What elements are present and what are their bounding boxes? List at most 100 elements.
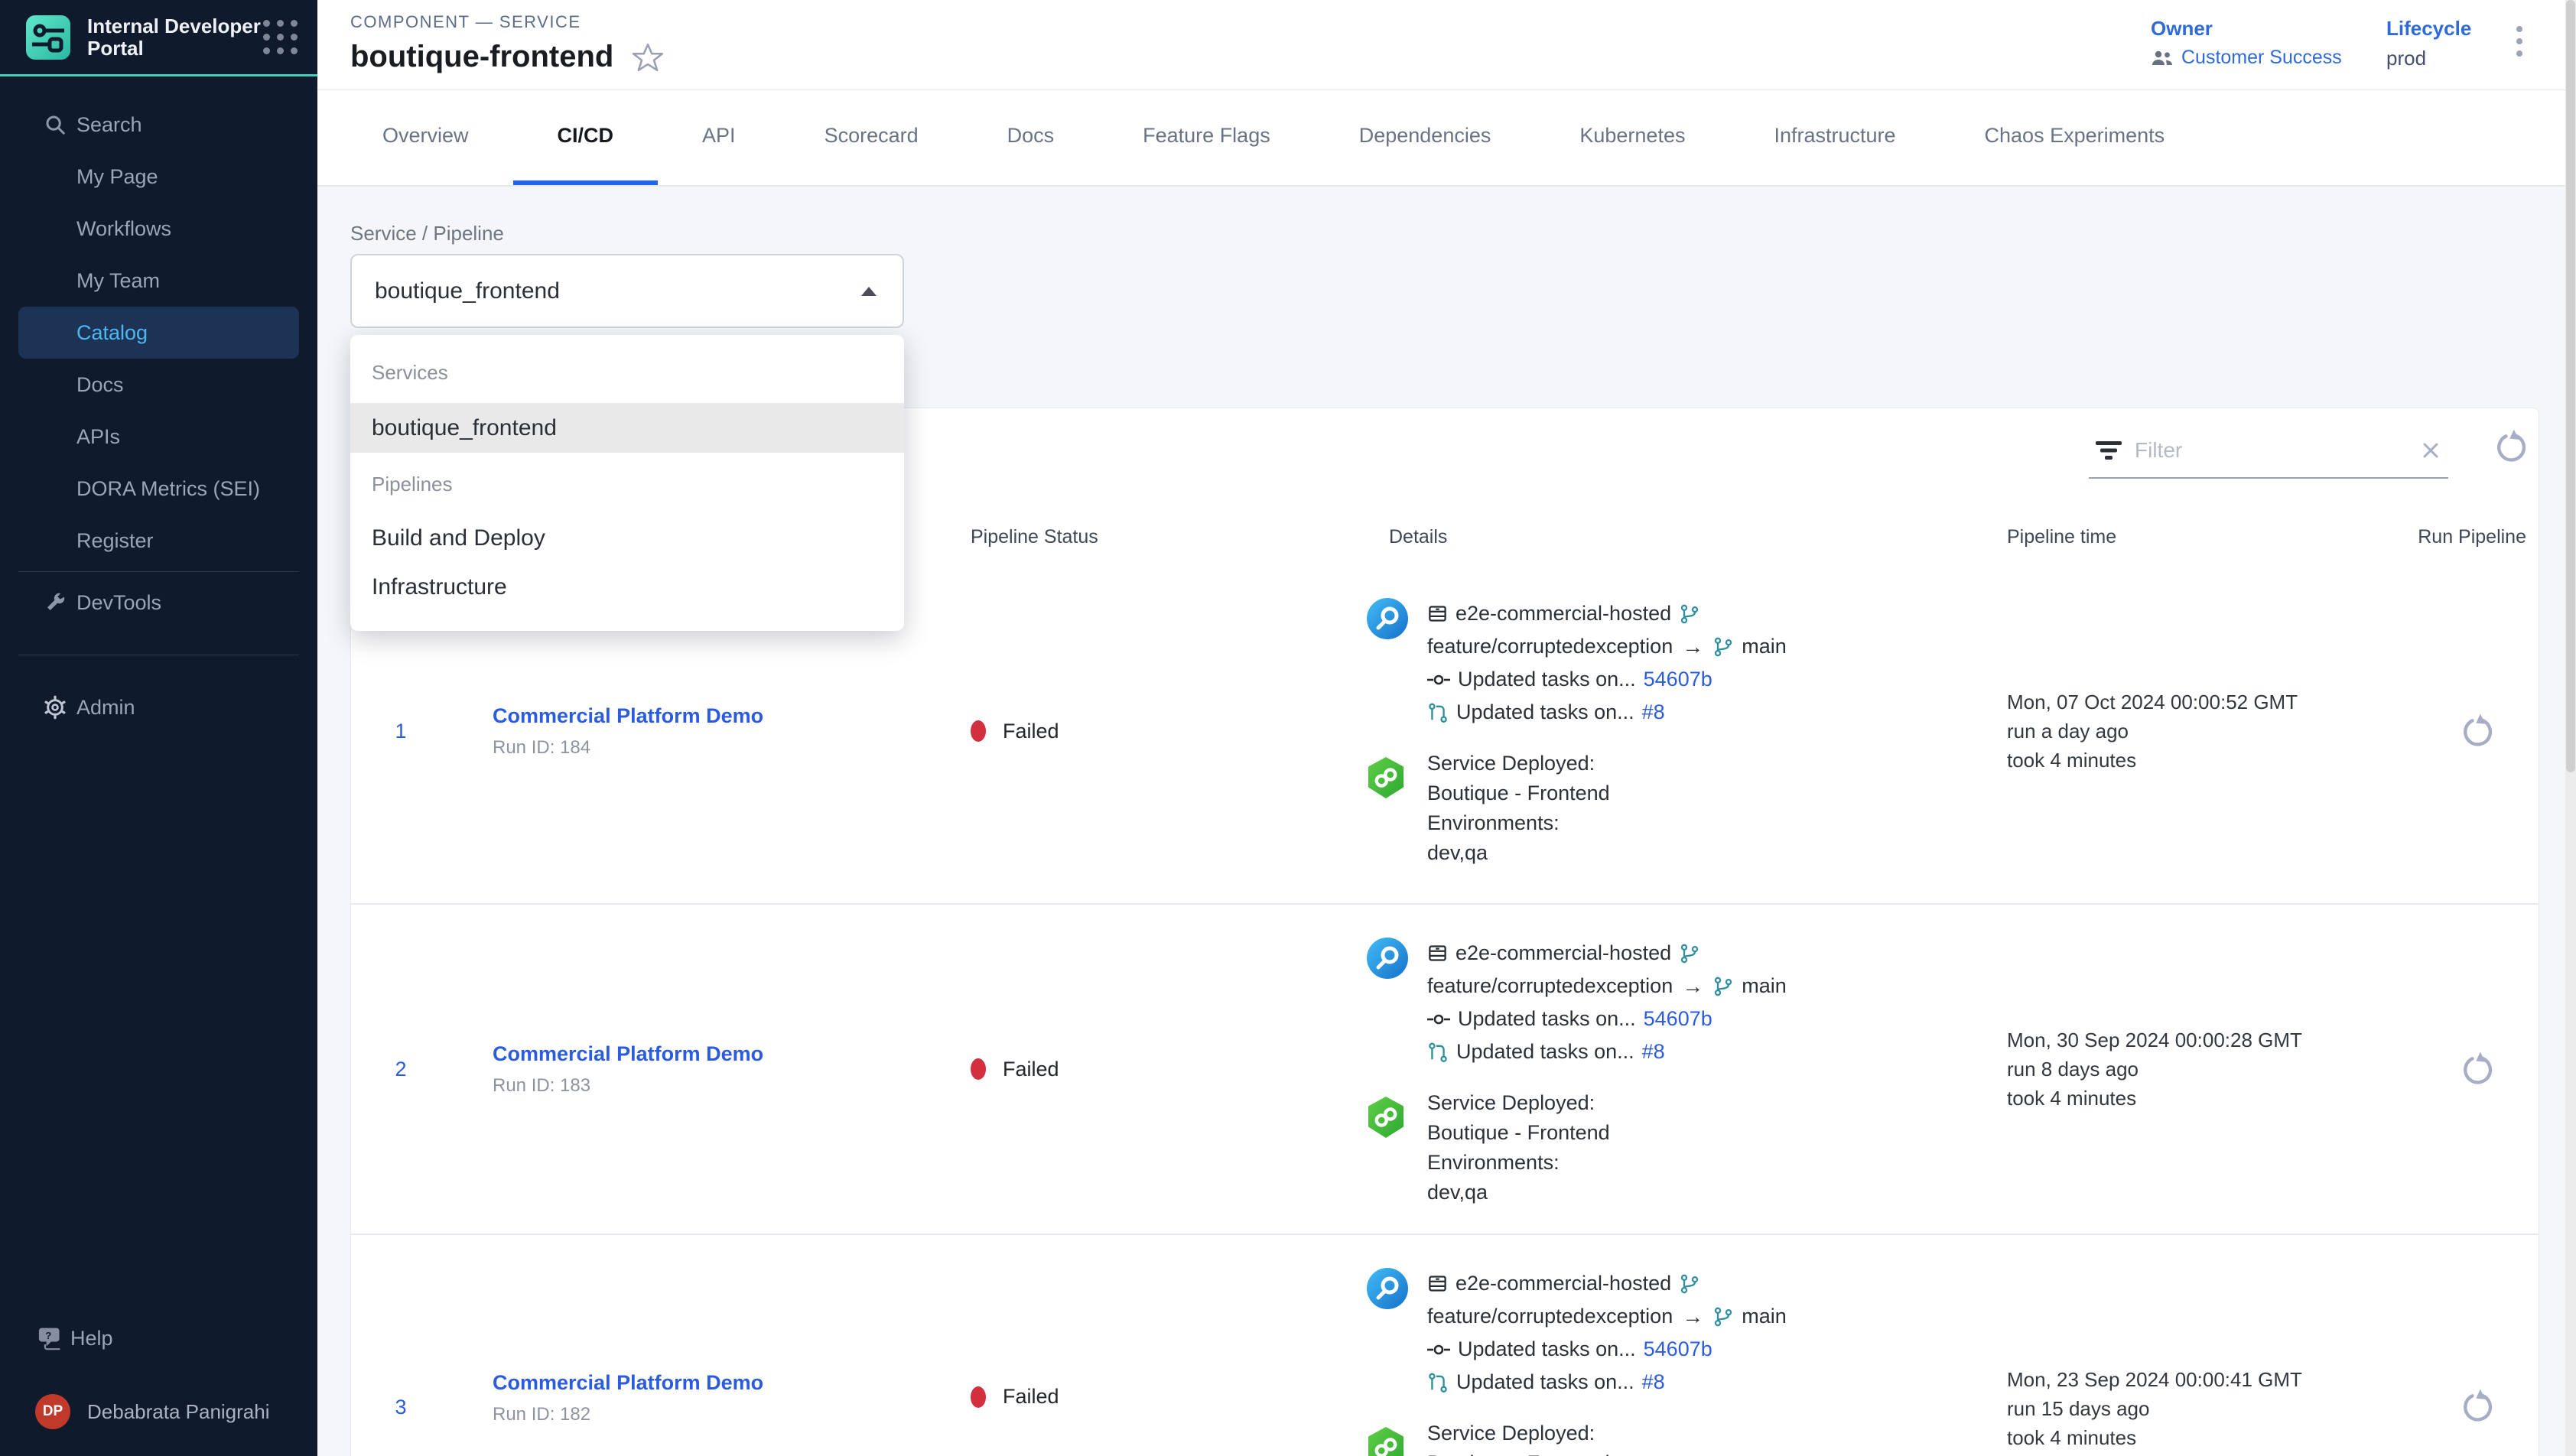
run-id: Run ID: 182 <box>493 1404 963 1425</box>
tab-kubernetes[interactable]: Kubernetes <box>1535 90 1729 185</box>
cd-stage-icon <box>1366 749 1409 868</box>
status-badge: Failed <box>1003 1385 1059 1409</box>
star-icon[interactable] <box>632 41 664 73</box>
details-cell: e2e-commercial-hosted feature/corruptede… <box>1361 905 1995 1207</box>
pull-request-icon <box>1427 1372 1449 1393</box>
sidebar-item-my-team[interactable]: My Team <box>0 255 317 307</box>
sidebar-item-devtools[interactable]: DevTools <box>0 577 317 629</box>
clear-filter-icon[interactable] <box>2419 439 2442 462</box>
sidebar-item-admin[interactable]: Admin <box>0 681 317 733</box>
ci-stage-icon <box>1366 1267 1409 1399</box>
git-branch-icon <box>1679 603 1700 625</box>
source-branch[interactable]: feature/corruptedexception <box>1427 974 1673 998</box>
pr-link[interactable]: #8 <box>1642 1040 1665 1064</box>
repo-name[interactable]: e2e-commercial-hosted <box>1456 941 1671 965</box>
repo-name[interactable]: e2e-commercial-hosted <box>1456 1272 1671 1295</box>
sidebar-item-my-page[interactable]: My Page <box>0 151 317 203</box>
page-scrollbar[interactable] <box>2565 0 2576 1456</box>
rerun-pipeline-icon[interactable] <box>2459 1388 2496 1425</box>
apps-grid-icon[interactable] <box>263 20 298 54</box>
deploy-envs: dev,qa <box>1427 1178 1610 1207</box>
owner-link[interactable]: Customer Success <box>2151 47 2386 69</box>
tab-dependencies[interactable]: Dependencies <box>1315 90 1536 185</box>
sidebar-item-label: Register <box>76 529 154 553</box>
sidebar-item-label: APIs <box>76 425 120 449</box>
menu-item-boutique-frontend[interactable]: boutique_frontend <box>350 404 904 453</box>
commit-link[interactable]: 54607b <box>1644 1007 1712 1031</box>
deploy-line: Service Deployed: <box>1427 1419 1610 1448</box>
time-cell: Mon, 07 Oct 2024 00:00:52 GMT run a day … <box>1995 687 2416 775</box>
row-index: 2 <box>351 1058 450 1081</box>
source-branch[interactable]: feature/corruptedexception <box>1427 1305 1673 1328</box>
tab-scorecard[interactable]: Scorecard <box>780 90 963 185</box>
sidebar-item-label: Workflows <box>76 217 171 241</box>
lifecycle-value: prod <box>2386 47 2509 70</box>
sidebar-divider <box>18 571 299 572</box>
tab-chaos-experiments[interactable]: Chaos Experiments <box>1940 90 2210 185</box>
sidebar-item-register[interactable]: Register <box>0 515 317 567</box>
scrollbar-thumb[interactable] <box>2566 0 2575 772</box>
tab-cicd[interactable]: CI/CD <box>513 90 659 185</box>
sidebar-item-workflows[interactable]: Workflows <box>0 203 317 255</box>
col-pipeline-time: Pipeline time <box>1995 526 2416 548</box>
pipeline-name-link[interactable]: Commercial Platform Demo <box>493 1042 963 1066</box>
details-cell: e2e-commercial-hosted feature/corruptede… <box>1361 559 1995 868</box>
svg-text:?: ? <box>45 1330 51 1341</box>
pr-link[interactable]: #8 <box>1642 700 1665 724</box>
run-ago: run 8 days ago <box>2007 1055 2416 1084</box>
target-branch[interactable]: main <box>1742 974 1787 998</box>
user-menu[interactable]: DP Debabrata Panigrahi <box>0 1386 317 1438</box>
app-root: Internal Developer Portal Search My Page… <box>0 0 2576 1456</box>
filter-field[interactable] <box>2089 424 2448 479</box>
table-row: 2 Commercial Platform Demo Run ID: 183 F… <box>351 903 2539 1233</box>
ci-stage-icon <box>1366 597 1409 729</box>
col-pipeline-status: Pipeline Status <box>963 526 1361 548</box>
deploy-env-label: Environments: <box>1427 808 1610 838</box>
pr-link[interactable]: #8 <box>1642 1370 1665 1394</box>
source-branch[interactable]: feature/corruptedexception <box>1427 635 1673 658</box>
filter-input[interactable] <box>2135 438 2407 463</box>
menu-item-infrastructure[interactable]: Infrastructure <box>350 563 904 612</box>
sidebar-item-dora-metrics[interactable]: DORA Metrics (SEI) <box>0 463 317 515</box>
target-branch[interactable]: main <box>1742 1305 1787 1328</box>
menu-item-build-and-deploy[interactable]: Build and Deploy <box>350 514 904 563</box>
kebab-menu-icon[interactable] <box>2509 20 2530 63</box>
pipeline-name-link[interactable]: Commercial Platform Demo <box>493 704 963 728</box>
entity-tabs: Overview CI/CD API Scorecard Docs Featur… <box>317 90 2565 187</box>
pipeline-select[interactable]: boutique_frontend <box>350 254 904 328</box>
app-logo-icon[interactable] <box>26 15 70 60</box>
tab-feature-flags[interactable]: Feature Flags <box>1098 90 1315 185</box>
refresh-icon[interactable] <box>2493 428 2529 465</box>
help-chat-icon: ? <box>38 1326 63 1350</box>
commit-link[interactable]: 54607b <box>1644 668 1712 691</box>
target-branch[interactable]: main <box>1742 635 1787 658</box>
rerun-pipeline-icon[interactable] <box>2459 713 2496 749</box>
time-cell: Mon, 30 Sep 2024 00:00:28 GMT run 8 days… <box>1995 1025 2416 1113</box>
repo-icon <box>1427 943 1448 964</box>
ci-stage-icon <box>1366 937 1409 1068</box>
sidebar-item-apis[interactable]: APIs <box>0 411 317 463</box>
sidebar-nav: Search My Page Workflows My Team Catalog… <box>0 99 317 733</box>
commit-icon <box>1427 1009 1450 1029</box>
sidebar-item-label: Help <box>70 1327 113 1350</box>
tab-api[interactable]: API <box>658 90 780 185</box>
sidebar-item-label: My Team <box>76 269 160 293</box>
sidebar-item-search[interactable]: Search <box>0 99 317 151</box>
repo-icon <box>1427 1273 1448 1294</box>
pipeline-name-link[interactable]: Commercial Platform Demo <box>493 1371 963 1395</box>
run-date: Mon, 07 Oct 2024 00:00:52 GMT <box>2007 687 2416 717</box>
tab-infrastructure[interactable]: Infrastructure <box>1729 90 1940 185</box>
repo-name[interactable]: e2e-commercial-hosted <box>1456 602 1671 626</box>
tab-overview[interactable]: Overview <box>338 90 513 185</box>
sidebar-item-catalog[interactable]: Catalog <box>18 307 299 359</box>
main-area: COMPONENT — SERVICE boutique-frontend Ow… <box>317 0 2565 1456</box>
rerun-pipeline-icon[interactable] <box>2459 1051 2496 1087</box>
status-badge: Failed <box>1003 720 1059 743</box>
status-badge: Failed <box>1003 1058 1059 1081</box>
commit-link[interactable]: 54607b <box>1644 1337 1712 1361</box>
status-cell: Failed <box>963 720 1361 743</box>
tab-docs[interactable]: Docs <box>963 90 1099 185</box>
sidebar-item-docs[interactable]: Docs <box>0 359 317 411</box>
sidebar-item-help[interactable]: ? Help <box>0 1312 317 1364</box>
people-icon <box>2151 49 2174 67</box>
